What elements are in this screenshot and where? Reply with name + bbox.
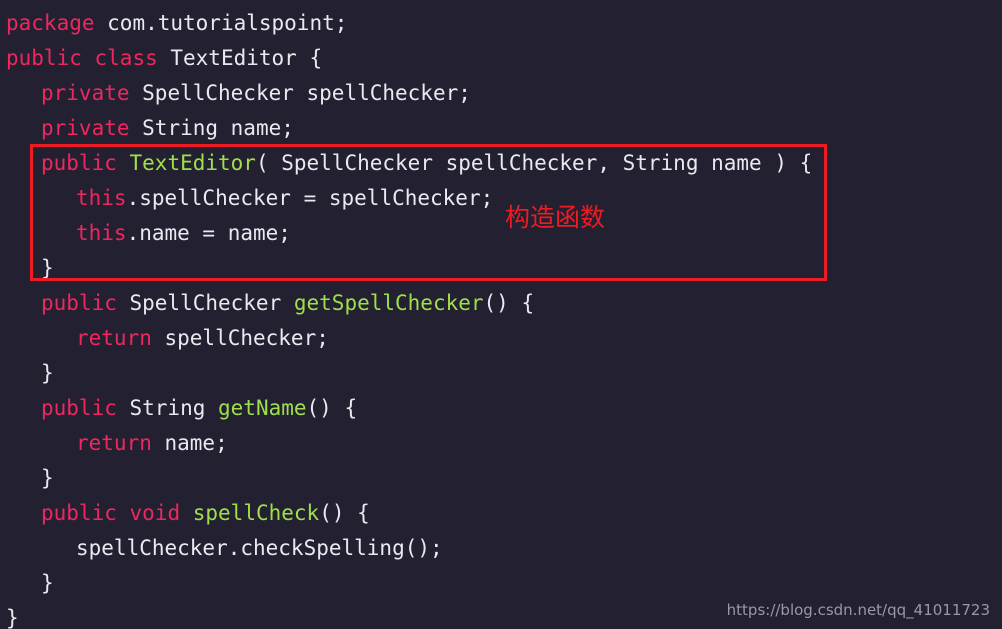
code-line[interactable]: public class TextEditor {: [0, 41, 1002, 76]
code-line[interactable]: this.spellChecker = spellChecker;: [0, 181, 1002, 216]
constructor-annotation-label: 构造函数: [505, 203, 606, 232]
code-token: TextEditor: [129, 151, 256, 175]
code-token: public: [41, 396, 117, 420]
code-token: () {: [306, 396, 358, 420]
code-token: spellCheck: [192, 501, 320, 525]
code-line[interactable]: private SpellChecker spellChecker;: [0, 76, 1002, 111]
code-line[interactable]: return spellChecker;: [0, 321, 1002, 356]
code-token: }: [6, 606, 19, 629]
code-token: this: [76, 221, 127, 245]
code-token: .spellChecker = spellChecker;: [126, 186, 494, 210]
code-line[interactable]: public void spellCheck() {: [0, 496, 1002, 531]
code-token: .name = name;: [126, 221, 291, 245]
code-token: class: [94, 46, 158, 70]
code-token: return: [76, 431, 152, 455]
code-screenshot: package com.tutorialspoint; public class …: [0, 0, 1002, 629]
code-token: com.tutorialspoint;: [94, 11, 348, 35]
code-token: String name;: [129, 116, 294, 140]
code-token: this: [76, 186, 127, 210]
code-token: public: [41, 151, 117, 175]
code-token: () {: [483, 291, 535, 315]
code-token: getName: [218, 396, 307, 420]
code-line[interactable]: }: [0, 356, 1002, 391]
code-token: public: [41, 291, 117, 315]
code-token: String: [116, 396, 219, 420]
code-token: TextEditor {: [157, 46, 323, 70]
code-token: }: [41, 361, 54, 385]
code-line[interactable]: public TextEditor( SpellChecker spellChe…: [0, 146, 1002, 181]
code-line[interactable]: return name;: [0, 426, 1002, 461]
code-token: public: [41, 501, 117, 525]
code-token: getSpellChecker: [293, 291, 484, 315]
code-token: SpellChecker spellChecker;: [129, 81, 471, 105]
code-token: }: [41, 466, 54, 490]
code-token: SpellChecker: [116, 291, 294, 315]
code-token: public: [6, 46, 82, 70]
code-line[interactable]: }: [0, 566, 1002, 601]
code-line[interactable]: }: [0, 461, 1002, 496]
code-token: void: [129, 501, 181, 525]
code-line[interactable]: public SpellChecker getSpellChecker() {: [0, 286, 1002, 321]
code-token: private: [41, 116, 130, 140]
code-token: spellChecker;: [151, 326, 329, 350]
code-token: () {: [319, 501, 370, 525]
code-line[interactable]: public String getName() {: [0, 391, 1002, 426]
code-token: return: [76, 326, 152, 350]
java-code-block[interactable]: package com.tutorialspoint; public class …: [0, 0, 1002, 629]
code-token: package: [6, 11, 95, 35]
watermark-url: https://blog.csdn.net/qq_41011723: [726, 601, 990, 619]
code-token: }: [41, 256, 54, 280]
code-line[interactable]: package com.tutorialspoint;: [0, 6, 1002, 41]
code-line[interactable]: private String name;: [0, 111, 1002, 146]
code-line[interactable]: }: [0, 251, 1002, 286]
code-token: ( SpellChecker spellChecker, String name…: [255, 151, 813, 175]
code-token: private: [41, 81, 130, 105]
code-token: spellChecker.checkSpelling();: [76, 536, 443, 560]
code-line[interactable]: this.name = name;: [0, 216, 1002, 251]
code-token: name;: [151, 431, 228, 455]
code-line[interactable]: spellChecker.checkSpelling();: [0, 531, 1002, 566]
code-token: }: [41, 571, 54, 595]
